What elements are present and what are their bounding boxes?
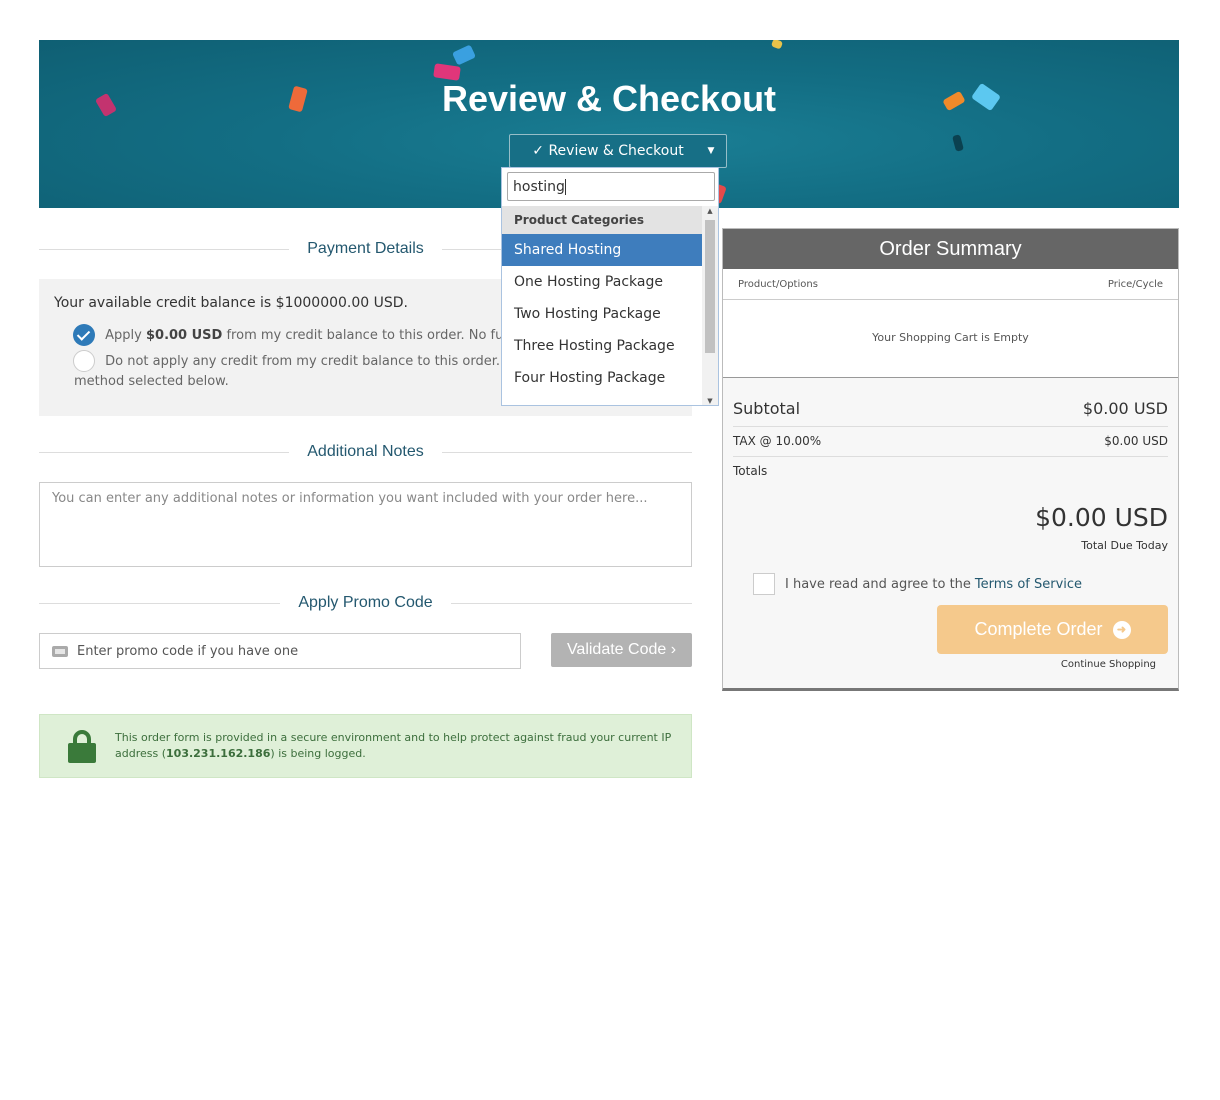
cart-empty-text: Your Shopping Cart is Empty: [872, 331, 1029, 344]
radio-unchecked-icon[interactable]: [73, 350, 95, 372]
totals-label: Totals: [733, 464, 768, 478]
dropdown-search-value: hosting: [513, 178, 565, 195]
validate-code-button[interactable]: Validate Code ›: [551, 633, 692, 667]
apply-credit-option[interactable]: Apply $0.00 USD from my credit balance t…: [73, 324, 556, 346]
category-dropdown[interactable]: hosting Product Categories Shared Hostin…: [501, 167, 719, 406]
confetti-decoration: [770, 40, 784, 50]
subtotal-row: Subtotal $0.00 USD: [733, 399, 1168, 418]
section-title: Additional Notes: [307, 443, 424, 460]
tos-checkbox[interactable]: [753, 573, 775, 595]
tos-link[interactable]: Terms of Service: [975, 577, 1082, 592]
scroll-down-icon[interactable]: ▼: [702, 397, 718, 405]
dropdown-list: Product Categories Shared Hosting One Ho…: [502, 206, 702, 394]
dropdown-search-input[interactable]: hosting: [507, 172, 715, 201]
caret-down-icon: ▼: [707, 146, 715, 156]
col-price: Price/Cycle: [1107, 278, 1163, 290]
subtotal-value: $0.00 USD: [1082, 399, 1168, 418]
checkout-step-label: ✓ Review & Checkout: [532, 143, 684, 159]
scroll-up-icon[interactable]: ▲: [702, 207, 718, 215]
section-title: Payment Details: [307, 240, 424, 257]
section-title: Apply Promo Code: [298, 594, 433, 611]
tax-value: $0.00 USD: [1104, 434, 1168, 448]
dropdown-option[interactable]: Shared Hosting: [502, 234, 702, 266]
tax-row: TAX @ 10.00% $0.00 USD: [733, 434, 1168, 448]
radio-checked-icon[interactable]: [73, 324, 95, 346]
no-credit-label: Do not apply any credit from my credit b…: [105, 353, 554, 369]
total-amount: $0.00 USD: [1035, 503, 1168, 532]
notes-textarea[interactable]: You can enter any additional notes or in…: [39, 482, 692, 567]
no-credit-label-line2: method selected below.: [74, 374, 229, 389]
dropdown-option[interactable]: Four Hosting Package: [502, 362, 702, 394]
cart-table: Product/Options Price/Cycle Your Shoppin…: [723, 269, 1178, 378]
scrollbar-thumb[interactable]: [705, 220, 715, 353]
tos-text: I have read and agree to the: [785, 576, 971, 592]
lock-icon: [68, 730, 96, 763]
tax-label: TAX @ 10.00%: [733, 434, 822, 448]
notes-placeholder: You can enter any additional notes or in…: [52, 491, 648, 506]
apply-credit-label: Apply $0.00 USD from my credit balance t…: [105, 327, 556, 343]
complete-order-button[interactable]: Complete Order ➜: [937, 605, 1168, 654]
additional-notes-heading: Additional Notes: [39, 442, 693, 462]
subtotal-label: Subtotal: [733, 399, 801, 418]
confetti-decoration: [952, 134, 964, 152]
arrow-right-icon: ➜: [1112, 620, 1131, 639]
tos-agreement: I have read and agree to the Terms of Se…: [753, 573, 1082, 595]
dropdown-option[interactable]: Three Hosting Package: [502, 330, 702, 362]
continue-shopping-link[interactable]: Continue Shopping: [1061, 659, 1156, 670]
order-summary-title: Order Summary: [723, 229, 1178, 269]
checkout-step-select[interactable]: ✓ Review & Checkout ▼: [509, 134, 727, 168]
order-summary: Order Summary Product/Options Price/Cycl…: [722, 228, 1179, 691]
dropdown-option[interactable]: One Hosting Package: [502, 266, 702, 298]
ticket-icon: [52, 645, 68, 657]
totals-row: Totals: [733, 464, 1168, 478]
confetti-decoration: [451, 44, 477, 66]
no-credit-option[interactable]: Do not apply any credit from my credit b…: [73, 350, 554, 372]
promo-placeholder: Enter promo code if you have one: [77, 643, 299, 659]
secure-notice: This order form is provided in a secure …: [39, 714, 692, 778]
page-title: Review & Checkout: [441, 78, 777, 119]
dropdown-group-label: Product Categories: [502, 206, 702, 234]
dropdown-option[interactable]: Two Hosting Package: [502, 298, 702, 330]
promo-heading: Apply Promo Code: [39, 593, 693, 613]
cart-columns: Product/Options Price/Cycle: [723, 269, 1178, 300]
complete-order-label: Complete Order: [974, 619, 1103, 639]
secure-notice-text: This order form is provided in a secure …: [115, 731, 672, 760]
text-cursor: [564, 178, 566, 195]
col-product: Product/Options: [738, 278, 818, 290]
promo-code-input[interactable]: Enter promo code if you have one: [39, 633, 521, 669]
dropdown-scrollbar[interactable]: ▲ ▼: [702, 206, 718, 405]
total-due-label: Total Due Today: [1081, 539, 1168, 552]
